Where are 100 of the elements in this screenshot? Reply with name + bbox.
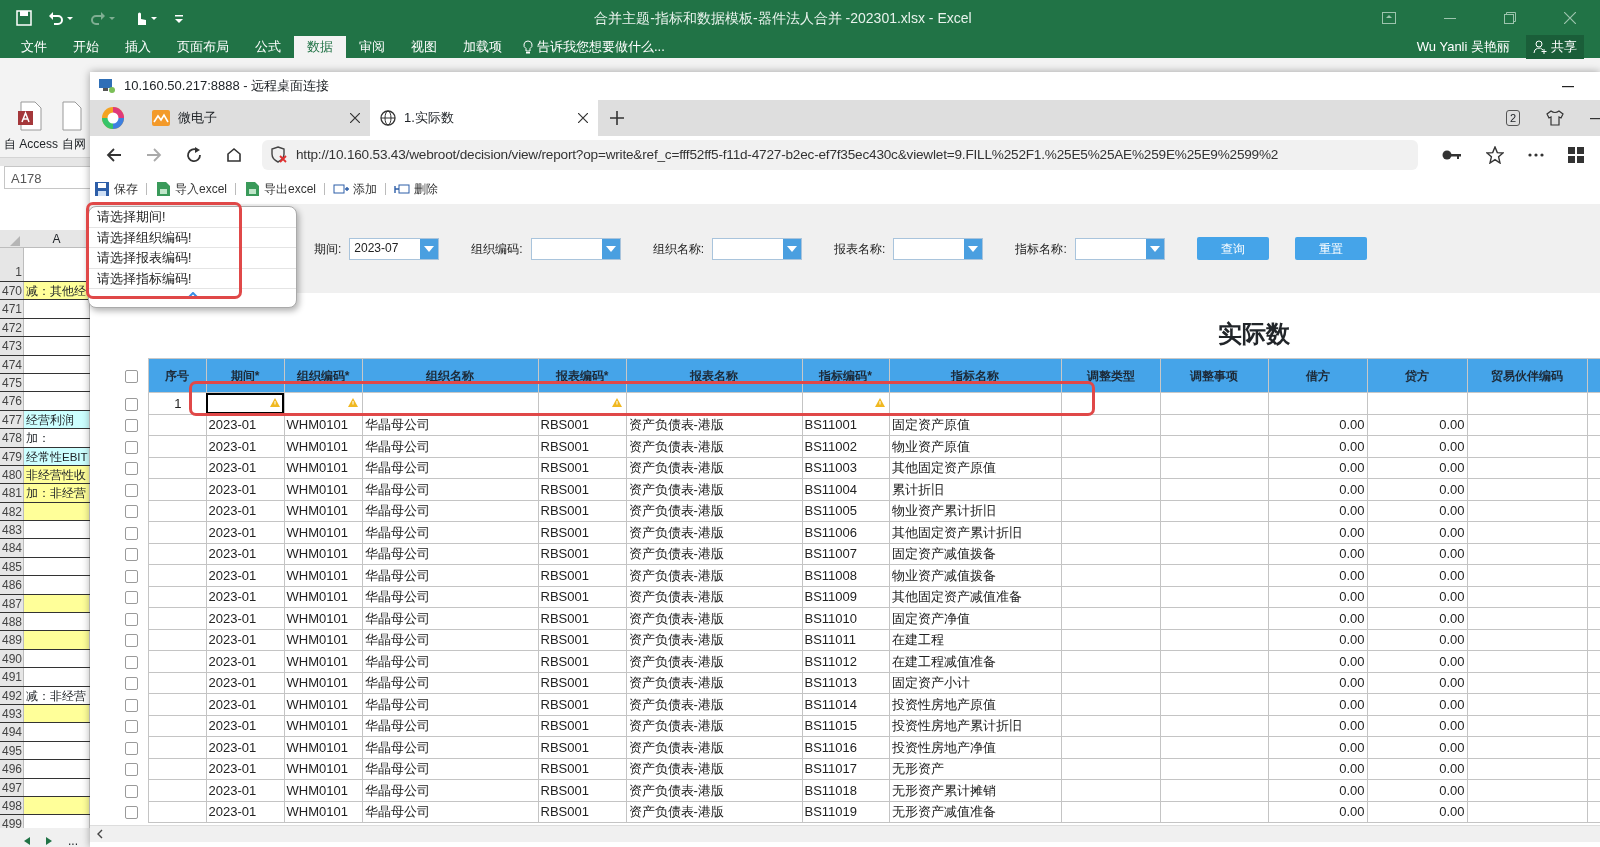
checkbox[interactable] [124, 397, 138, 411]
checkbox[interactable] [124, 634, 138, 648]
column-header[interactable]: 组织编码* [284, 358, 362, 393]
table-cell[interactable] [1467, 392, 1587, 414]
collapse-caret-icon[interactable] [186, 292, 199, 299]
column-header[interactable]: 报表名称 [626, 358, 802, 393]
checkbox[interactable] [124, 677, 138, 691]
checkbox[interactable] [124, 419, 138, 433]
row-header[interactable]: 494 [0, 723, 24, 741]
dropdown-field[interactable]: 2023-07 [349, 237, 440, 260]
home-icon[interactable] [226, 147, 242, 163]
row-header[interactable]: 478 [0, 429, 24, 447]
row-header[interactable]: 484 [0, 539, 24, 557]
close-icon[interactable] [578, 113, 588, 123]
ribbon-button[interactable]: 自网 [62, 135, 86, 153]
scroll-left-icon[interactable] [96, 829, 104, 839]
table-cell[interactable] [1160, 392, 1268, 414]
star-icon[interactable] [1486, 146, 1504, 164]
checkbox[interactable] [124, 569, 138, 583]
ribbon-tab[interactable]: 数据 [294, 36, 346, 58]
checkbox[interactable] [124, 612, 138, 626]
more-icon[interactable] [1528, 153, 1544, 157]
row-header[interactable]: 491 [0, 668, 24, 686]
column-header[interactable]: 调整类型 [1061, 358, 1160, 393]
ribbon-tab[interactable]: 文件 [8, 36, 60, 58]
next-sheet-icon[interactable] [46, 837, 52, 845]
row-header[interactable]: 486 [0, 576, 24, 594]
toolbar-button[interactable]: 导入excel [155, 180, 227, 198]
checkbox[interactable] [124, 462, 138, 476]
column-header[interactable]: 借方 [1268, 358, 1367, 393]
column-header[interactable]: 组织名称 [362, 358, 538, 393]
checkbox[interactable] [124, 440, 138, 454]
browser-tab[interactable]: 1.实际数 [370, 100, 598, 136]
share-button[interactable]: 共享 [1526, 35, 1584, 59]
document-icon[interactable] [62, 101, 82, 131]
checkbox[interactable] [124, 784, 138, 798]
checkbox[interactable] [124, 720, 138, 734]
address-bar[interactable]: http://10.160.53.43/webroot/decision/view/report?op=write&ref_c=fff52ff5-f11d-4727-b2ec-ef7f35ec430c&viewlet=9.FILL%252F1.%25E5%25AE%259E%25E9%2599%2 [262, 140, 1418, 170]
reload-icon[interactable] [186, 147, 202, 163]
key-icon[interactable] [1442, 149, 1462, 161]
checkbox[interactable] [124, 591, 138, 605]
tell-me-field[interactable]: 告诉我您想要做什么... [537, 37, 665, 57]
checkbox[interactable] [124, 369, 138, 383]
restore-icon[interactable] [1504, 12, 1516, 24]
checkbox[interactable] [124, 483, 138, 497]
dropdown-field[interactable] [712, 237, 803, 260]
column-header[interactable]: 报表编码* [538, 358, 626, 393]
checkbox[interactable] [124, 548, 138, 562]
row-header[interactable]: 473 [0, 337, 24, 355]
ribbon-tab[interactable]: 视图 [398, 36, 450, 58]
row-header[interactable]: 481 [0, 484, 24, 502]
database-icon[interactable] [17, 101, 45, 131]
toolbar-button[interactable]: 导出excel [244, 180, 317, 198]
checkbox[interactable] [124, 505, 138, 519]
ribbon-tab[interactable]: 公式 [242, 36, 294, 58]
undo-icon[interactable] [48, 10, 74, 26]
tab-count-button[interactable]: 2 [1505, 110, 1520, 126]
column-header[interactable]: 序号 [148, 358, 206, 393]
toolbar-button[interactable]: 保存 [94, 180, 138, 198]
checkbox[interactable] [124, 526, 138, 540]
ribbon-tab[interactable]: 开始 [60, 36, 112, 58]
ribbon-button[interactable]: 自 Access [4, 135, 58, 153]
previous-sheet-icon[interactable] [24, 837, 30, 845]
browser-logo-icon[interactable] [100, 105, 126, 131]
shirt-icon[interactable] [1546, 110, 1564, 126]
save-icon[interactable] [16, 10, 32, 26]
row-header[interactable]: 499 [0, 815, 24, 828]
row-header[interactable]: 483 [0, 521, 24, 539]
column-header[interactable]: 期间* [206, 358, 284, 393]
checkbox[interactable] [124, 763, 138, 777]
ribbon-tab[interactable]: 加载项 [450, 36, 515, 58]
row-header[interactable]: 488 [0, 613, 24, 631]
customize-icon[interactable] [174, 13, 184, 23]
table-cell[interactable] [1367, 392, 1467, 414]
column-header[interactable]: 调整事项 [1160, 358, 1268, 393]
row-header[interactable]: 471 [0, 300, 24, 318]
ribbon-tab[interactable]: 页面布局 [164, 36, 242, 58]
browser-tab[interactable]: 微电子 [142, 100, 370, 136]
ribbon-display-icon[interactable] [1382, 12, 1396, 24]
horizontal-scrollbar[interactable] [90, 825, 1600, 842]
toolbar-button[interactable]: 删除 [394, 180, 439, 198]
new-tab-icon[interactable] [610, 111, 624, 125]
back-icon[interactable] [106, 147, 122, 163]
checkbox[interactable] [124, 741, 138, 755]
ribbon-tab[interactable]: 插入 [112, 36, 164, 58]
checkbox[interactable] [124, 655, 138, 669]
checkbox[interactable] [124, 698, 138, 712]
column-header[interactable]: 贸易伙伴编码 [1467, 358, 1587, 393]
dropdown-field[interactable] [530, 237, 621, 260]
column-header[interactable]: 贷方 [1367, 358, 1467, 393]
table-cell[interactable] [1268, 392, 1367, 414]
row-header[interactable]: 496 [0, 760, 24, 778]
table-cell[interactable] [206, 392, 284, 414]
row-header[interactable]: 1 [0, 248, 24, 281]
ribbon-tab[interactable]: 审阅 [346, 36, 398, 58]
dropdown-field[interactable] [1074, 237, 1165, 260]
row-header[interactable]: 476 [0, 392, 24, 410]
forward-icon[interactable] [146, 147, 162, 163]
apps-grid-icon[interactable] [1568, 147, 1584, 163]
toolbar-button[interactable]: 添加 [333, 180, 378, 198]
